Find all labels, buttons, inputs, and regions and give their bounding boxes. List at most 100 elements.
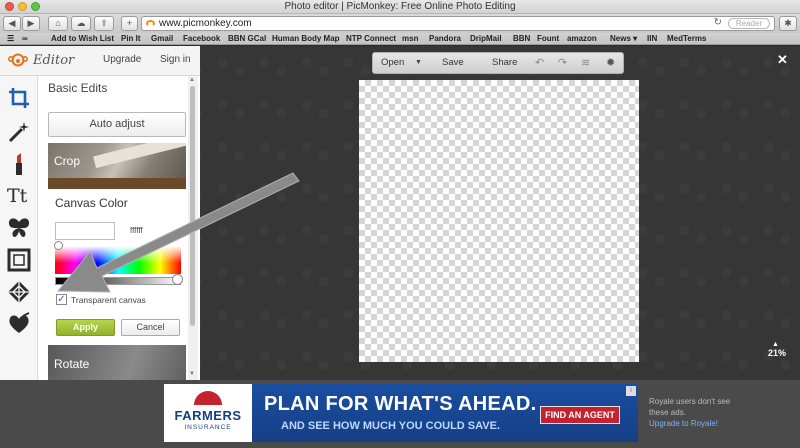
farmers-ad-banner[interactable]: FARMERS INSURANCE PLAN FOR WHAT'S AHEAD.… [164,384,638,442]
home-icon: ⌂ [55,18,61,28]
back-arrow-icon: ◀ [8,18,16,28]
picmonkey-favicon-icon [146,20,155,27]
bookmark-item[interactable]: Fount [537,33,559,44]
sign-in-link[interactable]: Sign in [160,54,191,65]
open-dropdown-chevron-icon[interactable]: ▼ [415,59,422,66]
monkey-logo-icon [8,53,28,67]
spectrum-handle[interactable] [54,241,63,250]
ad-brand: FARMERS [174,408,242,423]
share-page-button[interactable]: ⇪ [94,16,114,31]
bookmark-item[interactable]: Pin It [121,33,141,44]
ad-subline: AND SEE HOW MUCH YOU COULD SAVE. [281,420,500,432]
crop-banner-handle [48,178,186,189]
scroll-down-icon[interactable]: ▼ [189,371,195,377]
bookmark-item[interactable]: DripMail [470,33,502,44]
bookmark-item[interactable]: Pandora [429,33,461,44]
share-button[interactable]: Share [492,57,517,68]
hex-value: ffffff [130,226,143,235]
bookmarks-icon[interactable]: ☰ [7,33,14,44]
checkmark-icon: ✓ [57,294,66,305]
upgrade-royale-link[interactable]: Upgrade to Royale! [649,418,739,429]
bookmark-item[interactable]: IIN [647,33,657,44]
settings-gear-icon[interactable]: ✹ [606,56,615,69]
close-editor-icon[interactable]: ✕ [777,52,788,68]
bookmarks-toggle-icon[interactable]: ∞ [22,33,28,44]
crop-icon[interactable] [7,86,31,110]
cloud-icon: ☁ [76,18,86,28]
bookmark-item[interactable]: amazon [567,33,597,44]
transparent-canvas[interactable] [359,80,639,362]
window-title: Photo editor | PicMonkey: Free Online Ph… [284,1,516,12]
royale-note: Royale users don't see these ads. Upgrad… [649,396,739,429]
bookmark-item[interactable]: msn [402,33,418,44]
frame-icon[interactable] [7,248,31,272]
zoom-level[interactable]: 21% [766,348,788,358]
share-icon: ⇪ [100,18,108,28]
scroll-up-icon[interactable]: ▲ [189,77,195,83]
gear-icon: ✱ [784,18,792,28]
layers-icon[interactable]: ≋ [581,56,590,69]
open-button[interactable]: Open [381,57,404,68]
bookmark-item[interactable]: Gmail [151,33,173,44]
magic-wand-icon[interactable] [7,120,31,144]
reader-button[interactable]: Reader [728,18,770,29]
reload-icon[interactable]: ↻ [714,17,722,28]
auto-adjust-button[interactable]: Auto adjust [48,112,186,137]
adchoices-icon[interactable]: i [626,386,636,396]
scroll-thumb[interactable] [190,86,195,326]
zoom-up-icon[interactable]: ▲ [772,341,779,348]
text-icon[interactable]: Tt [7,184,31,208]
downloads-button[interactable]: ✱ [779,16,797,31]
window-titlebar: Photo editor | PicMonkey: Free Online Ph… [0,0,800,14]
upgrade-link[interactable]: Upgrade [103,54,141,65]
apply-button[interactable]: Apply [56,319,115,336]
farmers-logo: FARMERS INSURANCE [164,384,252,442]
crop-section-header[interactable]: Crop [48,143,186,189]
bookmark-item[interactable]: News ▾ [610,33,637,44]
basic-edits-panel: Basic Edits Auto adjust Crop Canvas Colo… [38,76,200,380]
forward-button[interactable]: ▶ [22,16,40,31]
texture-icon[interactable] [7,280,31,304]
editor-logo-text: Editor [33,53,75,68]
crop-label: Crop [54,154,81,168]
editor-page: Editor Upgrade Sign in Tt Basic Edits Au… [0,46,800,380]
redo-icon[interactable]: ↷ [558,56,567,69]
icloud-button[interactable]: ☁ [71,16,91,31]
back-button[interactable]: ◀ [3,16,21,31]
bookmark-item[interactable]: BBN GCal [228,33,266,44]
heart-icon[interactable] [7,312,31,336]
crop-banner-image [93,143,186,169]
butterfly-icon[interactable] [7,216,31,240]
bookmark-item[interactable]: BBN [513,33,530,44]
bookmarks-bar: ☰ ∞ Add to Wish List Pin It Gmail Facebo… [0,33,800,45]
new-tab-button[interactable]: + [121,16,138,31]
panel-heading: Basic Edits [48,81,108,95]
bookmark-item[interactable]: Human Body Map [272,33,340,44]
brightness-slider-handle[interactable] [172,274,183,285]
royale-text: Royale users don't see these ads. [649,397,731,417]
address-url: www.picmonkey.com [159,18,252,29]
lipstick-icon[interactable] [7,152,31,176]
bookmark-item[interactable]: MedTerms [667,33,706,44]
cancel-button[interactable]: Cancel [121,319,180,336]
rotate-label: Rotate [54,357,90,371]
rotate-section-header[interactable]: Rotate [48,345,186,380]
undo-icon[interactable]: ↶ [535,56,544,69]
home-button[interactable]: ⌂ [48,16,68,31]
bookmark-item[interactable]: NTP Connect [346,33,396,44]
ad-headline: PLAN FOR WHAT'S AHEAD. [264,393,537,415]
brightness-slider[interactable] [55,277,181,285]
transparent-canvas-checkbox[interactable]: ✓ [56,294,67,305]
bookmark-item[interactable]: Add to Wish List [51,33,114,44]
address-bar[interactable]: www.picmonkey.com ↻ Reader [141,16,775,31]
hex-color-swatch[interactable] [55,222,115,240]
color-spectrum-picker[interactable] [55,246,181,274]
umbrella-icon [194,391,222,405]
save-button[interactable]: Save [442,57,464,68]
transparent-canvas-label[interactable]: Transparent canvas [71,295,146,305]
panel-scrollbar[interactable]: ▲ ▼ [188,76,198,380]
tool-rail: Tt [0,76,38,380]
find-agent-button[interactable]: FIND AN AGENT [540,406,620,424]
bookmark-item[interactable]: Facebook [183,33,220,44]
canvas-color-title: Canvas Color [55,196,128,210]
